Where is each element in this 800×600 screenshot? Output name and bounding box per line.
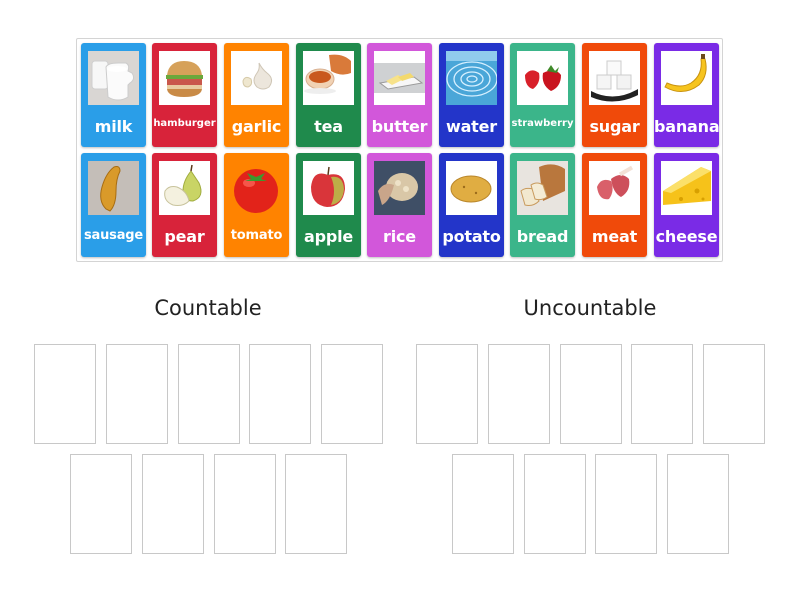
hamburger-icon — [159, 51, 210, 105]
group-title-countable: Countable — [154, 296, 262, 320]
drop-slot-uncountable-1[interactable] — [416, 344, 478, 444]
card-label: strawberry — [511, 118, 574, 129]
card-sugar[interactable]: sugar — [582, 43, 647, 147]
card-label: hamburger — [153, 118, 216, 129]
drop-slot-countable-5[interactable] — [321, 344, 383, 444]
card-pear[interactable]: pear — [152, 153, 217, 257]
card-label: cheese — [655, 227, 718, 246]
drop-slot-uncountable-9[interactable] — [667, 454, 729, 554]
garlic-icon — [231, 51, 282, 105]
drop-slot-uncountable-4[interactable] — [631, 344, 693, 444]
drop-slot-uncountable-2[interactable] — [488, 344, 550, 444]
card-milk[interactable]: milk — [81, 43, 146, 147]
drop-slot-countable-3[interactable] — [178, 344, 240, 444]
banana-icon — [661, 51, 712, 105]
milk-icon — [88, 51, 139, 105]
drop-slot-uncountable-5[interactable] — [703, 344, 765, 444]
sugar-icon — [589, 51, 640, 105]
card-label: bread — [516, 227, 569, 246]
butter-icon — [374, 51, 425, 105]
card-tomato[interactable]: tomato — [224, 153, 289, 257]
sausage-icon — [88, 161, 139, 215]
drop-slot-countable-1[interactable] — [34, 344, 96, 444]
bread-icon — [517, 161, 568, 215]
drop-slot-countable-4[interactable] — [249, 344, 311, 444]
meat-icon — [589, 161, 640, 215]
card-label: tomato — [230, 228, 283, 243]
card-label: sausage — [84, 228, 143, 243]
card-label: milk — [94, 117, 133, 136]
card-water[interactable]: water — [439, 43, 504, 147]
card-label: rice — [383, 227, 416, 246]
potato-icon — [446, 161, 497, 215]
drop-slot-uncountable-6[interactable] — [452, 454, 514, 554]
water-icon — [446, 51, 497, 105]
drop-slot-countable-7[interactable] — [142, 454, 204, 554]
card-label: tea — [314, 117, 343, 136]
card-meat[interactable]: meat — [582, 153, 647, 257]
card-sausage[interactable]: sausage — [81, 153, 146, 257]
card-label: sugar — [589, 117, 640, 136]
drop-slot-uncountable-3[interactable] — [560, 344, 622, 444]
card-garlic[interactable]: garlic — [224, 43, 289, 147]
drop-slot-countable-2[interactable] — [106, 344, 168, 444]
pear-icon — [159, 161, 210, 215]
rice-icon — [374, 161, 425, 215]
drop-slot-countable-9[interactable] — [285, 454, 347, 554]
group-sort-activity: milk hamburger garlic tea butter water strawbe… — [0, 0, 800, 600]
card-label: potato — [442, 227, 501, 246]
card-cheese[interactable]: cheese — [654, 153, 719, 257]
card-banana[interactable]: banana — [654, 43, 719, 147]
card-label: banana — [654, 117, 719, 136]
card-label: butter — [371, 117, 428, 136]
card-tea[interactable]: tea — [296, 43, 361, 147]
card-hamburger[interactable]: hamburger — [152, 43, 217, 147]
group-title-uncountable: Uncountable — [523, 296, 657, 320]
card-potato[interactable]: potato — [439, 153, 504, 257]
tea-icon — [303, 51, 354, 105]
drop-slot-countable-6[interactable] — [70, 454, 132, 554]
card-butter[interactable]: butter — [367, 43, 432, 147]
card-label: pear — [164, 227, 205, 246]
tomato-icon — [231, 161, 282, 215]
card-label: garlic — [231, 117, 282, 136]
strawberry-icon — [517, 51, 568, 105]
card-rice[interactable]: rice — [367, 153, 432, 257]
card-label: apple — [303, 227, 354, 246]
drop-slot-uncountable-8[interactable] — [595, 454, 657, 554]
drop-slot-uncountable-7[interactable] — [524, 454, 586, 554]
card-label: water — [446, 117, 497, 136]
cheese-icon — [661, 161, 712, 215]
card-label: meat — [591, 227, 638, 246]
card-deck: milk hamburger garlic tea butter water strawbe… — [76, 38, 723, 262]
card-strawberry[interactable]: strawberry — [510, 43, 575, 147]
apple-icon — [303, 161, 354, 215]
card-bread[interactable]: bread — [510, 153, 575, 257]
card-apple[interactable]: apple — [296, 153, 361, 257]
drop-slot-countable-8[interactable] — [214, 454, 276, 554]
